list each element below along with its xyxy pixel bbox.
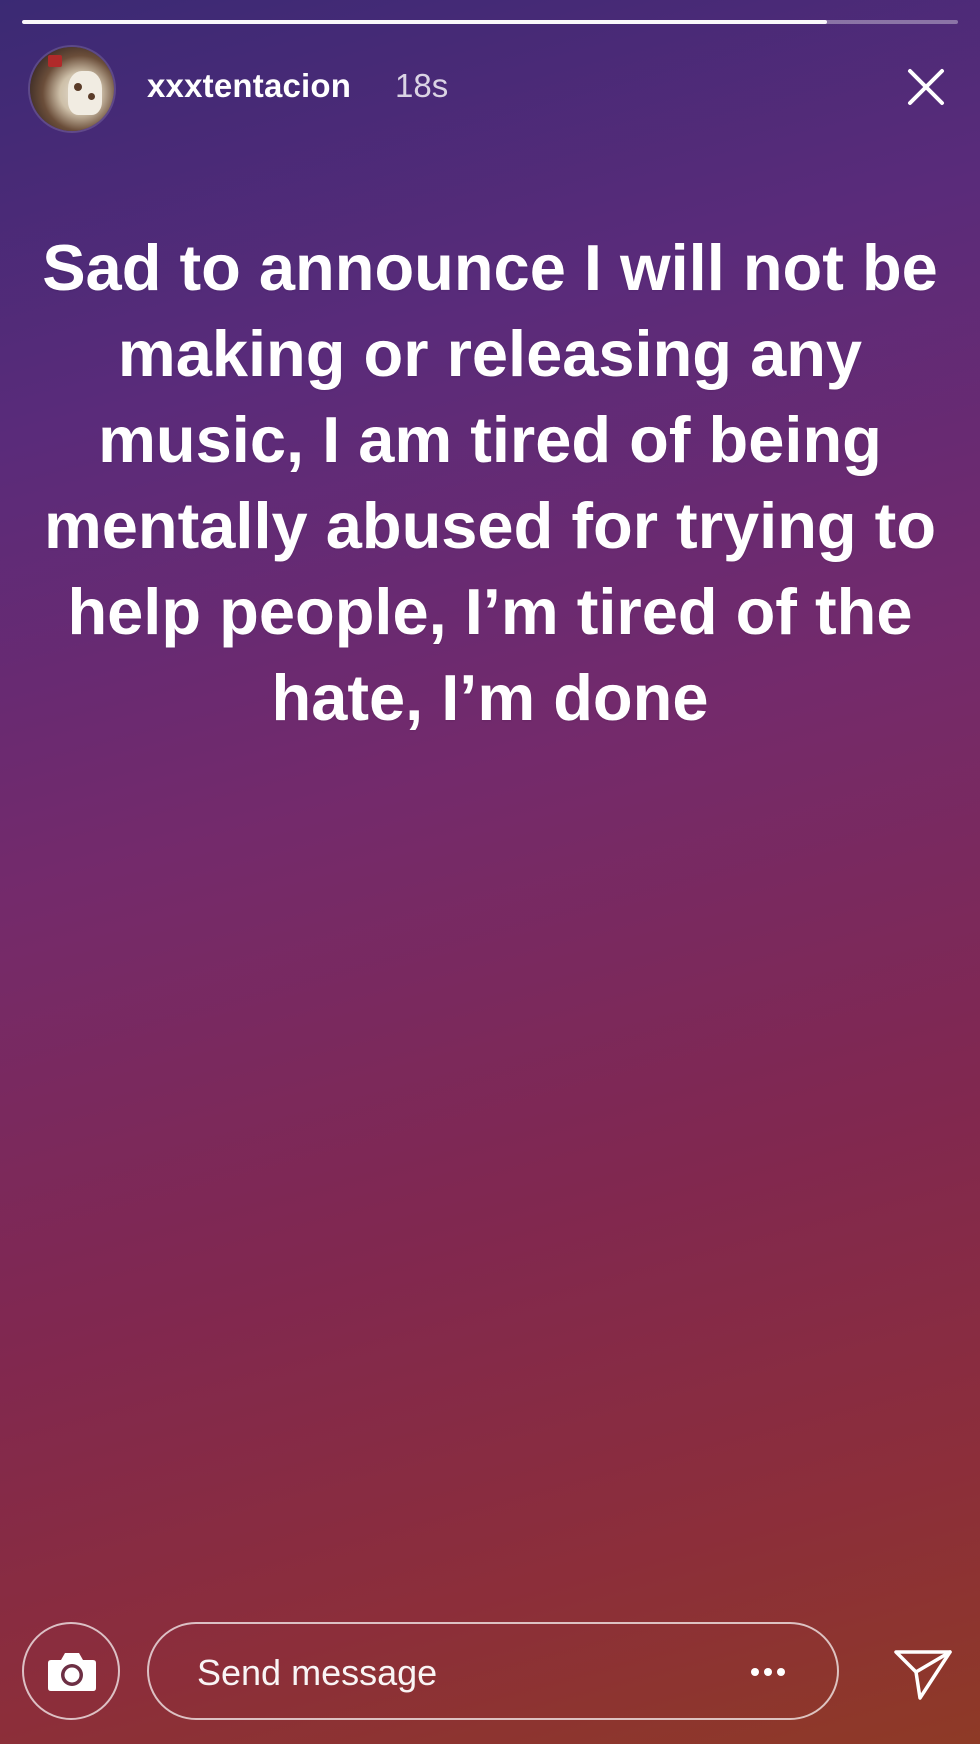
username[interactable]: xxxtentacion xyxy=(147,67,351,105)
story-header: xxxtentacion 18s xyxy=(30,47,950,131)
paper-plane-icon[interactable] xyxy=(890,1640,956,1706)
camera-icon xyxy=(48,1653,96,1691)
avatar[interactable] xyxy=(30,47,114,131)
story-text: Sad to announce I will not be making or … xyxy=(42,231,938,734)
story-viewer: xxxtentacion 18s Sad to announce I will … xyxy=(0,0,980,1744)
close-icon[interactable] xyxy=(902,63,950,111)
message-placeholder: Send message xyxy=(197,1652,438,1693)
story-progress-fill xyxy=(22,20,827,24)
camera-button[interactable] xyxy=(22,1622,120,1720)
story-timestamp: 18s xyxy=(395,67,449,104)
story-progress-bar xyxy=(22,20,958,24)
more-dots-icon[interactable] xyxy=(749,1661,787,1683)
story-footer: Send message xyxy=(22,1622,958,1724)
send-message-input[interactable]: Send message xyxy=(147,1622,839,1720)
